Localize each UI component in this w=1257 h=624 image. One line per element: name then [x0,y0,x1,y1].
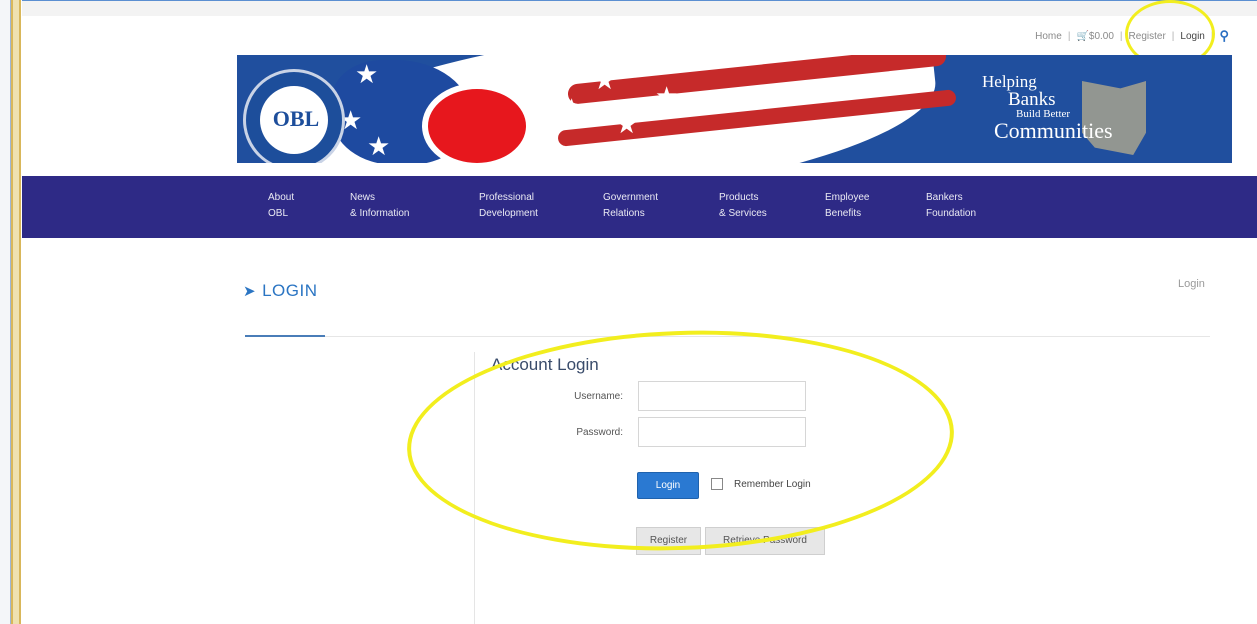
nav-item-about[interactable]: About OBL [268,190,294,222]
nav-label: Professional [479,192,535,203]
nav-item-employee-benefits[interactable]: Employee Benefits [825,190,869,222]
header-banner: ★ ★ ★ ★ ★ ★ ★ OBL Helping Banks Build Be… [237,55,1232,163]
home-link[interactable]: Home [1035,31,1062,42]
nav-item-professional-development[interactable]: Professional Development [479,190,538,222]
cart-link[interactable]: 🛒$0.00 [1076,31,1113,42]
star-icon: ★ [560,93,584,123]
window-left-edge [0,0,11,624]
window-left-gutter [11,0,21,624]
separator: | [1067,30,1071,42]
search-icon[interactable]: ⚲ [1219,28,1229,44]
star-icon: ★ [593,65,617,95]
nav-label: About [268,192,295,203]
nav-item-products-services[interactable]: Products & Services [719,190,767,222]
window-top-edge [22,0,1257,16]
banner-tagline: Helping Banks Build Better Communities [982,73,1113,142]
logo-text: OBL [272,106,320,131]
star-icon: ★ [367,131,391,161]
cart-total: $0.00 [1088,30,1114,42]
nav-label: Government [603,192,659,203]
flag-red-disc [422,83,532,163]
nav-item-government-relations[interactable]: Government Relations [603,190,658,222]
nav-label: Bankers [926,192,963,203]
nav-label: Benefits [825,208,862,219]
annotation-ellipse-login-form [403,321,958,560]
nav-item-bankers-foundation[interactable]: Bankers Foundation [926,190,976,222]
paper-plane-icon: ➤ [243,283,257,300]
nav-label: Employee [825,192,870,203]
obl-logo[interactable]: OBL [243,69,345,163]
breadcrumb[interactable]: Login [1178,278,1205,290]
nav-label: & Information [350,208,410,219]
star-icon: ★ [355,59,379,89]
nav-label: & Services [719,208,767,219]
tagline-line: Banks [1008,89,1056,110]
star-icon: ★ [615,109,639,139]
nav-label: OBL [268,208,289,219]
nav-label: Foundation [926,208,977,219]
nav-label: Development [479,208,538,219]
star-icon: ★ [655,81,679,111]
separator: | [1119,30,1123,42]
nav-label: Relations [603,208,645,219]
nav-label: Products [719,192,759,203]
title-underline [245,335,325,337]
page-title-text: LOGIN [262,281,318,300]
tagline-line: Helping [982,72,1037,91]
nav-label: News [350,192,376,203]
page-title: ➤ LOGIN [243,281,317,301]
tagline-line: Communities [994,118,1113,143]
nav-item-news[interactable]: News & Information [350,190,409,222]
cart-icon: 🛒 [1076,30,1089,42]
main-nav: About OBL News & Information Professional D… [22,176,1257,238]
